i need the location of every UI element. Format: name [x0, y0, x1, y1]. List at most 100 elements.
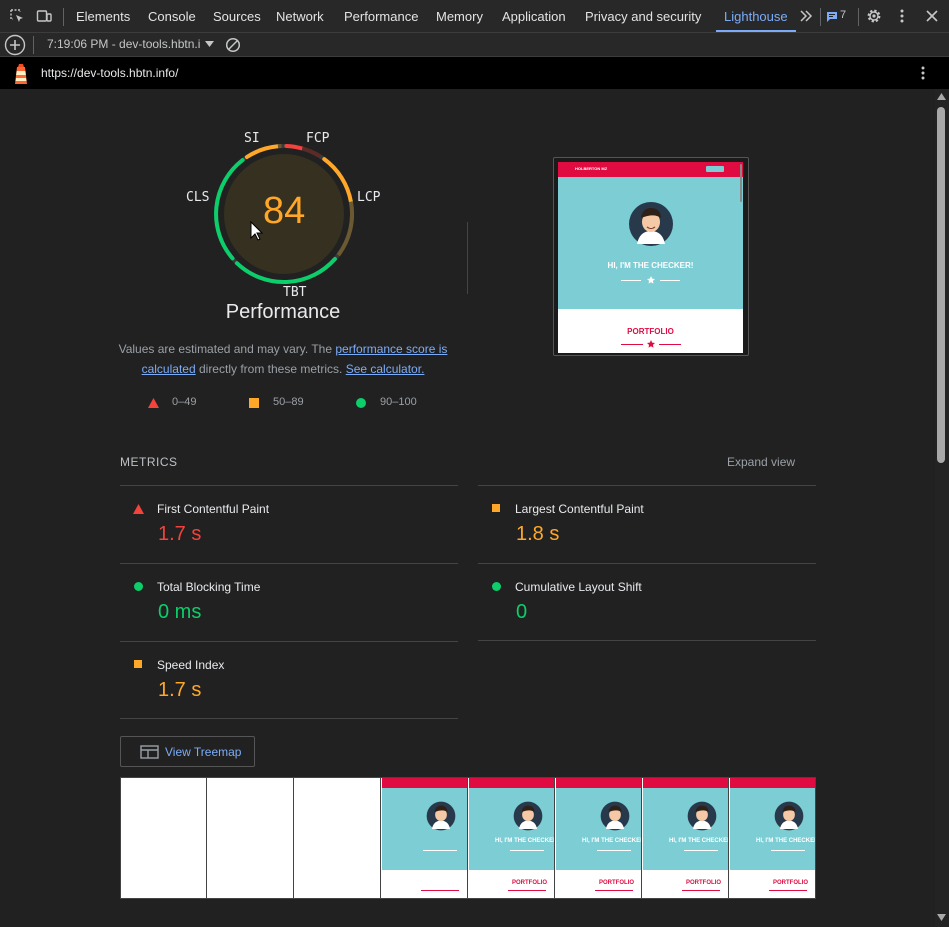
- issues-counter[interactable]: 7: [826, 8, 852, 26]
- tab-memory[interactable]: Memory: [436, 0, 483, 33]
- scroll-up-arrow-icon[interactable]: [937, 93, 946, 100]
- clear-all-block-icon[interactable]: [225, 37, 241, 53]
- frame-section-title: PORTFOLIO: [512, 880, 547, 886]
- report-menu-icon[interactable]: [916, 65, 930, 81]
- scroll-down-arrow-icon[interactable]: [937, 914, 946, 921]
- metric-largest-contentful-paint: Largest Contentful Paint 1.8 s: [478, 485, 816, 563]
- tab-lighthouse[interactable]: Lighthouse: [724, 0, 788, 33]
- frame-hero-title: HI, I'M THE CHECKER!: [582, 838, 642, 844]
- fail-triangle-icon: [133, 504, 144, 514]
- metric-title: Speed Index: [157, 658, 225, 672]
- metric-value: 1.7 s: [158, 679, 202, 701]
- average-square-icon: [492, 504, 500, 512]
- metric-title: Total Blocking Time: [157, 580, 261, 594]
- report-selector[interactable]: 7:19:06 PM - dev-tools.hbtn.i: [47, 37, 200, 51]
- separator: [63, 8, 64, 26]
- filmstrip-frame: [382, 778, 468, 898]
- score-note-prefix: Values are estimated and may vary. The: [118, 342, 336, 356]
- report-url-bar: https://dev-tools.hbtn.info/: [0, 57, 949, 89]
- section-star-icon: [647, 340, 655, 348]
- final-screenshot: HOLBERTON MZ HI, I'M THE CHECKER! PORTFO…: [558, 162, 743, 353]
- separator: [858, 8, 859, 26]
- treemap-icon: [140, 745, 159, 759]
- frame-rule: [421, 890, 459, 891]
- filmstrip-frame: HI, I'M THE CHECKER! PORTFOLIO: [643, 778, 729, 898]
- frame-rule: [682, 890, 720, 891]
- metric-title: First Contentful Paint: [157, 502, 270, 516]
- devtools-tabbar: Elements Console Sources Network Perform…: [0, 0, 949, 33]
- frame-header: [730, 778, 815, 788]
- expand-view-toggle[interactable]: Expand view: [727, 455, 795, 469]
- site-nav-button: [706, 166, 724, 172]
- gauge-label-si: SI: [244, 131, 260, 146]
- legend-pass: 90–100: [380, 396, 417, 408]
- tab-performance[interactable]: Performance: [344, 0, 418, 33]
- more-tabs-chevron-icon[interactable]: [798, 8, 814, 24]
- gauge-label-lcp: LCP: [357, 190, 381, 205]
- more-options-icon[interactable]: [894, 8, 910, 24]
- frame-hero: HI, I'M THE CHECKER!: [730, 788, 816, 870]
- frame-rule: [597, 850, 631, 851]
- tab-sources[interactable]: Sources: [213, 0, 261, 33]
- frame-hero: HI, I'M THE CHECKER!: [556, 788, 642, 870]
- pass-circle-icon: [134, 582, 143, 591]
- performance-score: 84: [263, 190, 306, 232]
- metrics-heading: METRICS: [120, 455, 178, 469]
- issues-count: 7: [840, 9, 847, 21]
- metric-title: Cumulative Layout Shift: [515, 580, 642, 594]
- view-treemap-button[interactable]: View Treemap: [120, 736, 255, 767]
- filmstrip-frame: [121, 778, 207, 898]
- site-header: HOLBERTON MZ: [558, 162, 743, 177]
- tab-console[interactable]: Console: [148, 0, 196, 33]
- tab-privacy-security[interactable]: Privacy and security: [585, 0, 701, 33]
- metric-first-contentful-paint: First Contentful Paint 1.7 s: [120, 485, 458, 563]
- scrollbar-thumb[interactable]: [937, 107, 945, 463]
- frame-section-title: PORTFOLIO: [773, 880, 808, 886]
- score-note: Values are estimated and may vary. The p…: [118, 339, 448, 379]
- section-rule-right: [659, 344, 681, 345]
- checker-avatar-icon: [600, 801, 630, 831]
- metric-total-blocking-time: Total Blocking Time 0 ms: [120, 563, 458, 641]
- filmstrip-frame: [295, 778, 381, 898]
- new-report-plus-icon[interactable]: [4, 34, 26, 56]
- frame-rule: [771, 850, 805, 851]
- tab-application[interactable]: Application: [502, 0, 566, 33]
- tab-elements[interactable]: Elements: [76, 0, 130, 33]
- separator: [33, 36, 34, 54]
- separator: [820, 8, 821, 26]
- average-square-icon: [249, 398, 259, 408]
- frame-header: [556, 778, 641, 788]
- frame-hero-title: HI, I'M THE CHECKER!: [756, 838, 816, 844]
- frame-header: [469, 778, 554, 788]
- checker-avatar-icon: [629, 202, 673, 246]
- gauge-title: Performance: [225, 301, 341, 323]
- checker-avatar-icon: [426, 801, 456, 831]
- score-note-middle: directly from these metrics.: [195, 362, 346, 376]
- section-rule-left: [621, 344, 643, 345]
- frame-section-title: PORTFOLIO: [599, 880, 634, 886]
- performance-score-link[interactable]: performance score is: [335, 342, 447, 356]
- settings-gear-icon[interactable]: [866, 8, 882, 24]
- report-scrollbar[interactable]: [935, 89, 949, 927]
- filmstrip-frame: HI, I'M THE CHECKER! PORTFOLIO: [730, 778, 816, 898]
- checker-avatar-icon: [774, 801, 804, 831]
- device-toolbar-icon[interactable]: [36, 8, 52, 24]
- dropdown-chevron-icon[interactable]: [205, 41, 214, 47]
- frame-rule: [769, 890, 807, 891]
- close-devtools-icon[interactable]: [924, 8, 940, 24]
- frame-rule: [595, 890, 633, 891]
- frame-hero: HI, I'M THE CHECKER!: [643, 788, 728, 870]
- report-url[interactable]: https://dev-tools.hbtn.info/: [41, 66, 178, 80]
- frame-rule: [508, 890, 546, 891]
- see-calculator-link[interactable]: See calculator.: [346, 362, 425, 376]
- final-screenshot-frame[interactable]: HOLBERTON MZ HI, I'M THE CHECKER! PORTFO…: [553, 157, 749, 356]
- metric-value: 0 ms: [158, 601, 202, 623]
- performance-score-link-cont[interactable]: calculated: [142, 362, 196, 376]
- view-treemap-label: View Treemap: [165, 745, 242, 759]
- metric-cumulative-layout-shift: Cumulative Layout Shift 0: [478, 563, 816, 641]
- frame-hero: HI, I'M THE CHECKER!: [469, 788, 554, 870]
- filmstrip: HI, I'M THE CHECKER! PORTFOLIO HI, I'M T…: [120, 777, 816, 899]
- inspect-element-icon[interactable]: [9, 8, 25, 24]
- lighthouse-toolbar: 7:19:06 PM - dev-tools.hbtn.i: [0, 33, 949, 57]
- tab-network[interactable]: Network: [276, 0, 324, 33]
